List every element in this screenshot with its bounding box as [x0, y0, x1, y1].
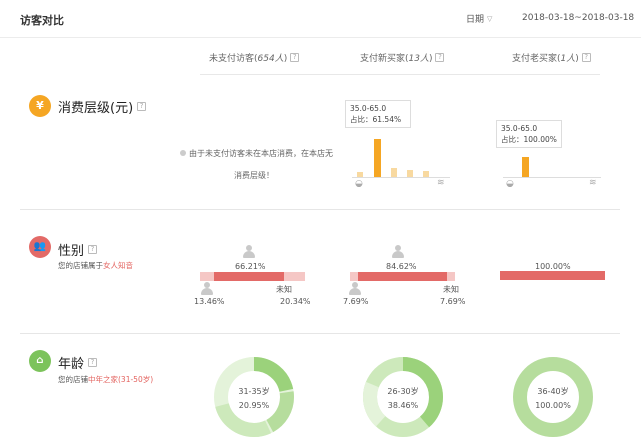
unknown-pct: 7.69%: [440, 297, 466, 306]
section-divider: [20, 209, 620, 210]
coin-icon: ◒: [506, 179, 514, 189]
female-pct: 66.21%: [235, 262, 266, 271]
tooltip-new-buyers: 35.0-65.0 占比：61.54%: [345, 100, 411, 128]
help-question-icon[interactable]: ?: [290, 53, 300, 62]
help-question-icon[interactable]: ?: [88, 245, 98, 254]
female-pct: 100.00%: [535, 262, 571, 271]
section-title-gender: 性别 ?: [58, 240, 98, 259]
coin-stack-icon: ≋: [437, 178, 445, 188]
help-question-icon[interactable]: ?: [88, 358, 98, 367]
male-pct: 13.46%: [194, 297, 225, 306]
female-share-fill: [500, 271, 605, 280]
donut-label: 31-35岁 20.95%: [238, 387, 270, 410]
gender-bar: [200, 272, 305, 281]
bar: [407, 170, 413, 177]
female-share-fill: [358, 272, 447, 281]
person-icon: [392, 245, 404, 259]
age-summary: 您的店铺中年之家(31-50岁): [58, 375, 154, 384]
date-range: 2018-03-18~2018-03-18: [522, 13, 635, 23]
date-selector[interactable]: 日期 ▽: [466, 12, 493, 26]
person-icon: [243, 245, 255, 259]
donut-label: 26-30岁 38.46%: [387, 387, 419, 410]
section-title-age: 年龄 ?: [58, 353, 98, 372]
male-pct: 7.69%: [343, 297, 369, 306]
unknown-label: 未知: [276, 285, 292, 294]
help-question-icon[interactable]: ?: [581, 53, 591, 62]
coin-stack-icon: ≋: [589, 178, 597, 188]
bar-highlight: [374, 139, 381, 177]
header-bar: 访客对比 日期 ▽ 2018-03-18~2018-03-18: [0, 0, 641, 38]
bar-highlight: [522, 157, 529, 177]
person-icon: [349, 282, 361, 296]
column-header-new-buyers: 支付新买家(13人) ?: [360, 51, 445, 64]
column-header-old-buyers: 支付老买家(1人) ?: [512, 51, 591, 64]
female-pct: 84.62%: [386, 262, 417, 271]
people-icon: 👥: [29, 236, 51, 258]
female-share-fill: [214, 272, 284, 281]
person-icon: [201, 282, 213, 296]
axis-line: [352, 177, 450, 178]
section-divider: [20, 333, 620, 334]
column-header-unpaid: 未支付访客(654人) ?: [209, 51, 300, 64]
help-question-icon[interactable]: ?: [137, 102, 147, 111]
chevron-down-icon: ▽: [487, 14, 493, 23]
tooltip-old-buyers: 35.0-65.0 占比：100.00%: [496, 120, 562, 148]
section-title-spending: 消费层级(元) ?: [58, 97, 147, 116]
gender-bar: [500, 271, 605, 280]
unknown-label: 未知: [443, 285, 459, 294]
donut-label: 36-40岁 100.00%: [535, 387, 571, 410]
page-title: 访客对比: [20, 14, 64, 27]
divider: [200, 74, 600, 75]
gender-bar: [350, 272, 455, 281]
help-question-icon[interactable]: ?: [435, 53, 445, 62]
info-dot-icon: [180, 150, 186, 156]
date-label: 日期: [466, 15, 485, 25]
coin-icon: ◒: [355, 179, 363, 189]
yen-icon: ¥: [29, 95, 51, 117]
unknown-pct: 20.34%: [280, 297, 311, 306]
axis-line: [503, 177, 601, 178]
no-spending-note: 由于未支付访客未在本店消费，在本店无 消费层级！: [180, 143, 350, 187]
building-icon: ⌂: [29, 350, 51, 372]
bar: [391, 168, 397, 177]
gender-summary: 您的店铺属于女人知音: [58, 261, 133, 270]
